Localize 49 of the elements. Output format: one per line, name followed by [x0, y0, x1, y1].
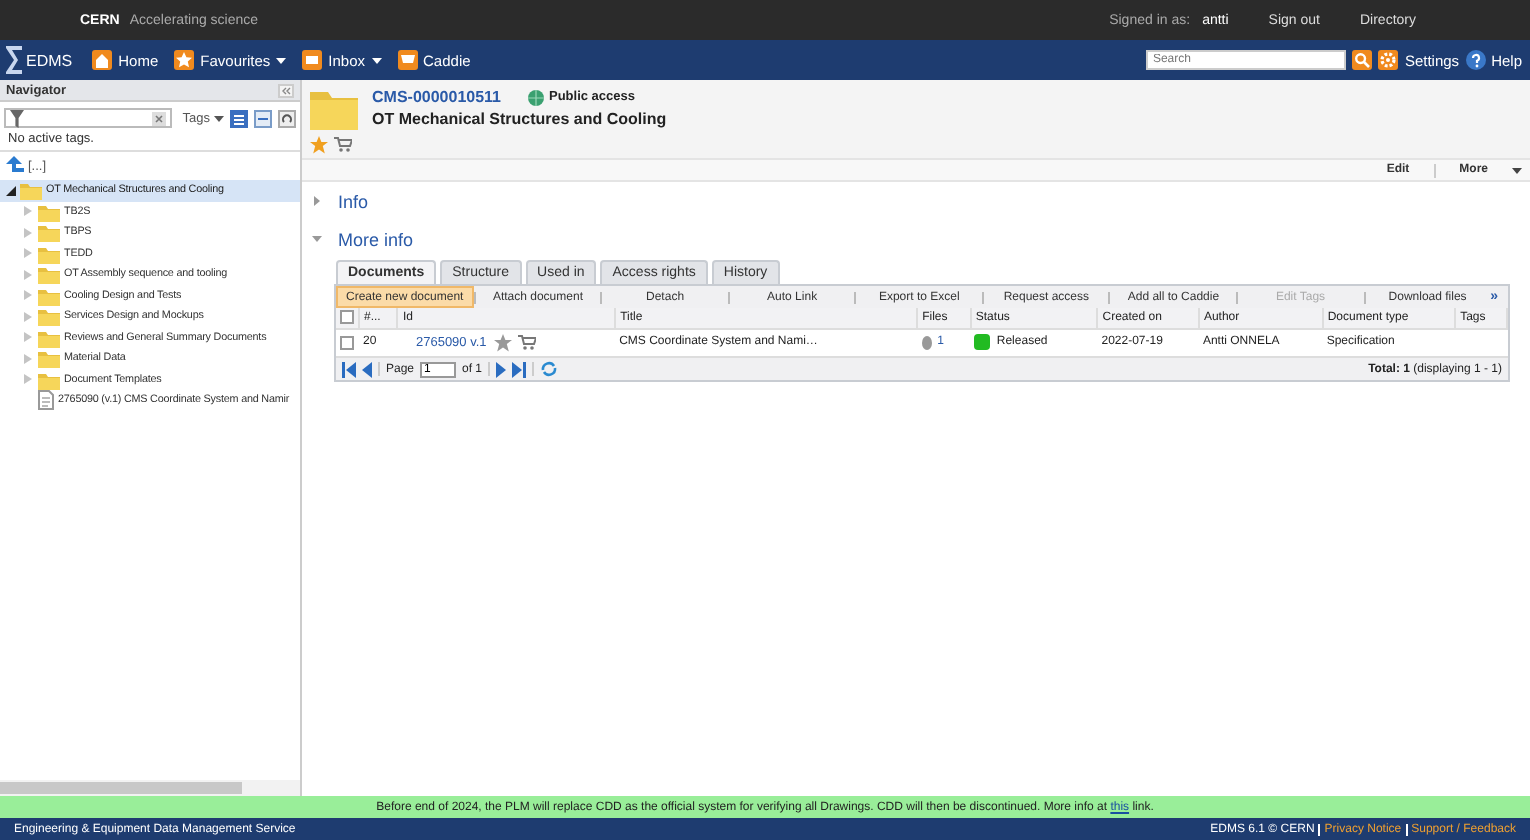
refresh-icon[interactable] [540, 360, 559, 378]
folder-icon [38, 243, 60, 264]
filter-field[interactable] [4, 108, 172, 128]
collapse-button-icon[interactable] [278, 83, 294, 97]
folder-icon [38, 348, 60, 369]
refresh-icon[interactable] [278, 109, 296, 127]
folder-icon [38, 264, 60, 285]
caret-icon[interactable] [214, 115, 224, 121]
folder-icon [38, 369, 60, 390]
last-page-icon[interactable] [512, 361, 527, 377]
section-header[interactable]: More info [338, 229, 414, 249]
caret-icon[interactable] [371, 57, 382, 63]
folder-icon [38, 201, 60, 222]
page-title: OT Mechanical Structures and Cooling [372, 110, 667, 128]
collapsed-caret-icon[interactable] [312, 196, 322, 206]
caret-icon[interactable] [276, 57, 287, 63]
row-checkbox[interactable] [340, 335, 354, 350]
up-arrow-icon[interactable] [6, 156, 24, 176]
folder-icon [310, 86, 358, 130]
globe-icon [527, 89, 543, 105]
collapse-icon[interactable] [254, 109, 272, 127]
home-icon[interactable] [92, 50, 113, 70]
folder-icon [38, 285, 60, 306]
clear-icon[interactable] [152, 111, 166, 125]
document-code[interactable]: CMS-0000010511 [372, 88, 501, 106]
funnel-icon [10, 109, 24, 127]
next-page-icon[interactable] [496, 361, 507, 377]
section-header[interactable]: Info [338, 191, 369, 211]
star-icon[interactable] [310, 136, 328, 154]
expanded-caret-icon[interactable] [6, 185, 16, 196]
gear-icon[interactable] [1378, 50, 1399, 70]
sigma-logo-icon [4, 44, 24, 76]
caret-icon[interactable] [1512, 167, 1522, 173]
scrollbar-thumb[interactable] [0, 782, 242, 794]
previous-page-icon[interactable] [362, 361, 372, 377]
help-icon[interactable] [1465, 50, 1486, 70]
folder-icon [38, 222, 60, 243]
search-icon[interactable] [1352, 50, 1373, 70]
envelope-icon[interactable] [302, 50, 323, 70]
document-icon [38, 390, 54, 411]
first-page-icon[interactable] [342, 361, 356, 377]
list-icon[interactable] [230, 109, 248, 127]
select-all-checkbox[interactable] [340, 310, 354, 325]
folder-icon [20, 180, 42, 201]
star-icon[interactable] [494, 333, 513, 352]
star-icon[interactable] [174, 50, 195, 70]
logo-text[interactable]: EDMS [26, 51, 73, 69]
folder-icon [38, 306, 60, 327]
folder-icon [38, 327, 60, 348]
